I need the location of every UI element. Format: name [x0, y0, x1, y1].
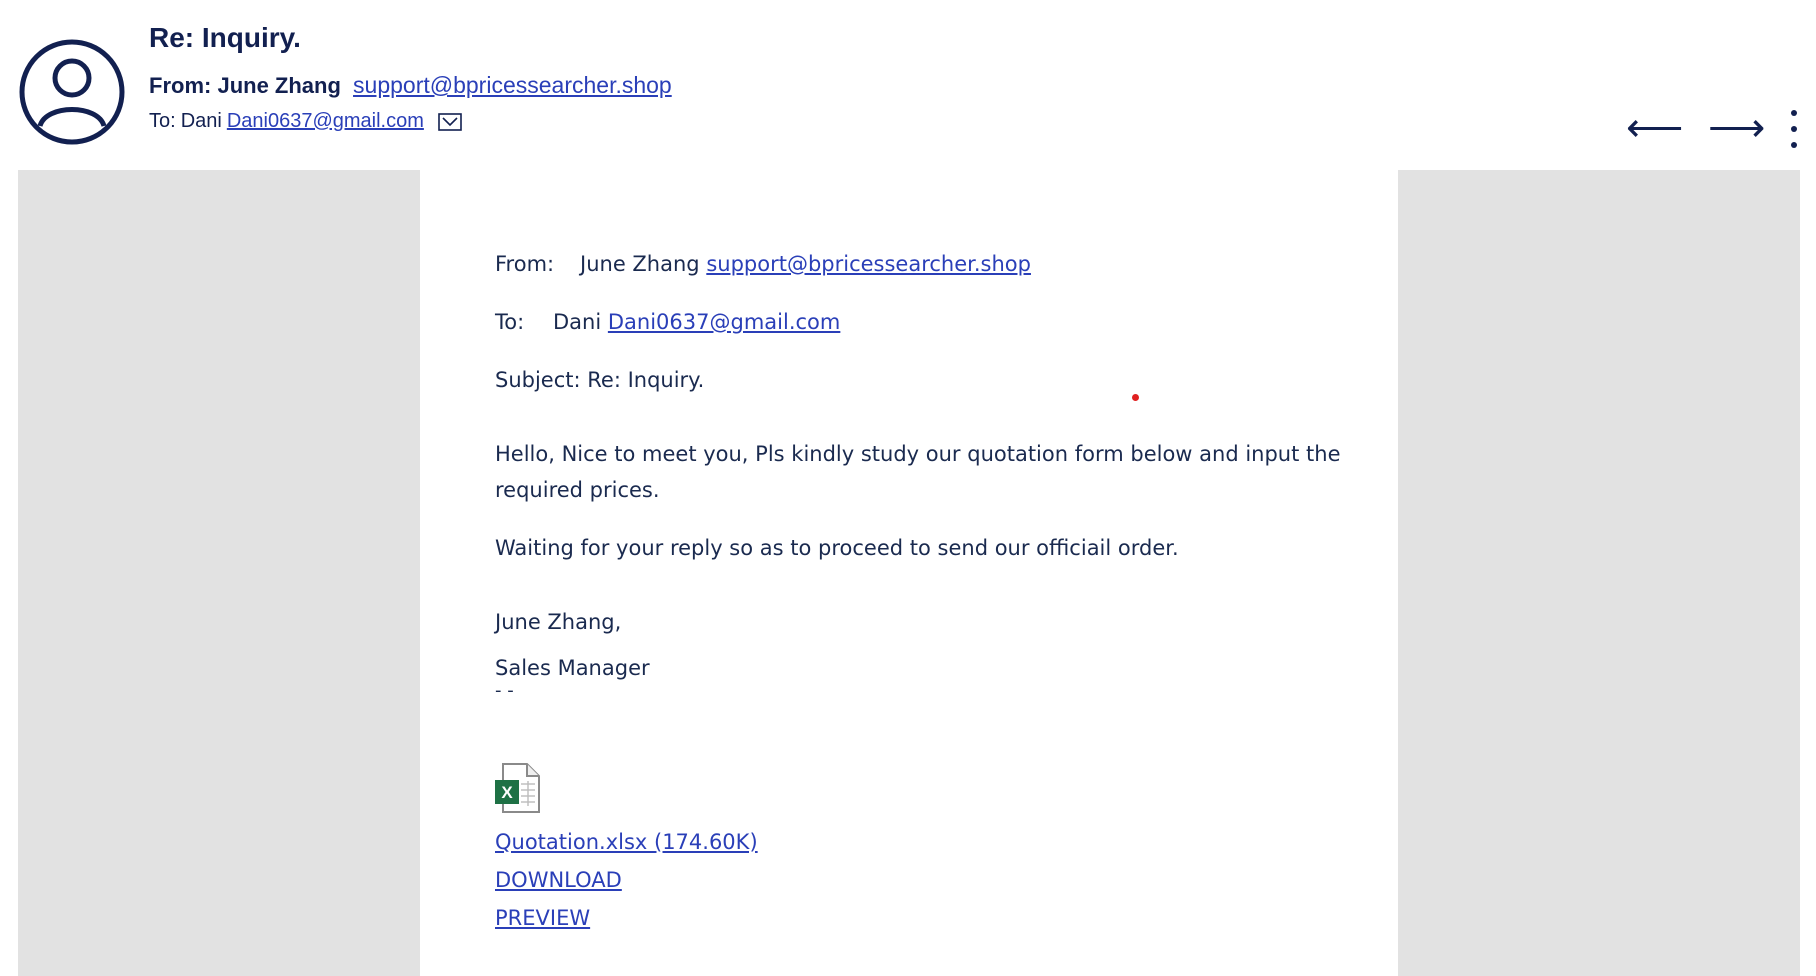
- body-to-row: To: Dani Dani0637@gmail.com: [495, 308, 840, 337]
- email-header: Re: Inquiry. From: June Zhang support@bp…: [0, 0, 1816, 170]
- signature-separator: - -: [495, 680, 514, 701]
- more-vertical-icon[interactable]: [1788, 108, 1800, 150]
- signature-name: June Zhang,: [495, 610, 622, 634]
- arrow-left-icon[interactable]: ⟵: [1626, 108, 1683, 148]
- to-prefix: To:: [149, 110, 176, 132]
- body-from-name: June Zhang: [580, 252, 700, 276]
- svg-text:X: X: [501, 783, 513, 802]
- body-to-label: To:: [495, 310, 525, 334]
- arrow-right-icon[interactable]: ⟶: [1708, 108, 1765, 148]
- from-prefix: From:: [149, 73, 212, 98]
- attachment-filename-link[interactable]: Quotation.xlsx (174.60K): [495, 830, 758, 854]
- attachment-preview-link[interactable]: PREVIEW: [495, 906, 590, 930]
- body-to-email-link[interactable]: Dani0637@gmail.com: [608, 310, 840, 334]
- body-paragraph-2: Waiting for your reply so as to proceed …: [495, 536, 1179, 560]
- left-margin-panel: [18, 170, 420, 976]
- user-avatar-icon: [18, 38, 126, 146]
- recipient-line: To: Dani Dani0637@gmail.com: [149, 110, 462, 133]
- attachment-download-link[interactable]: DOWNLOAD: [495, 868, 622, 892]
- body-to-name: Dani: [553, 310, 602, 334]
- sender-name: June Zhang: [217, 73, 341, 98]
- signature-title: Sales Manager: [495, 656, 650, 680]
- email-subject: Re: Inquiry.: [149, 22, 301, 53]
- sender-email-link[interactable]: support@bpricessearcher.shop: [353, 72, 672, 98]
- body-from-email-link[interactable]: support@bpricessearcher.shop: [706, 252, 1031, 276]
- chevron-down-icon[interactable]: [438, 112, 462, 131]
- body-paragraph-1b: required prices.: [495, 478, 660, 502]
- recipient-name: Dani: [180, 110, 222, 132]
- recipient-email-link[interactable]: Dani0637@gmail.com: [227, 110, 424, 133]
- body-from-label: From:: [495, 252, 555, 276]
- sender-line: From: June Zhang support@bpricessearcher…: [149, 72, 672, 99]
- excel-file-icon[interactable]: X: [495, 762, 541, 814]
- right-margin-panel: [1398, 170, 1800, 976]
- body-paragraph-1a: Hello, Nice to meet you, Pls kindly stud…: [495, 442, 1341, 466]
- cursor-dot-marker: [1132, 394, 1139, 401]
- body-from-row: From: June Zhang support@bpricessearcher.…: [495, 250, 1031, 279]
- body-subject-row: Subject: Re: Inquiry.: [495, 368, 705, 392]
